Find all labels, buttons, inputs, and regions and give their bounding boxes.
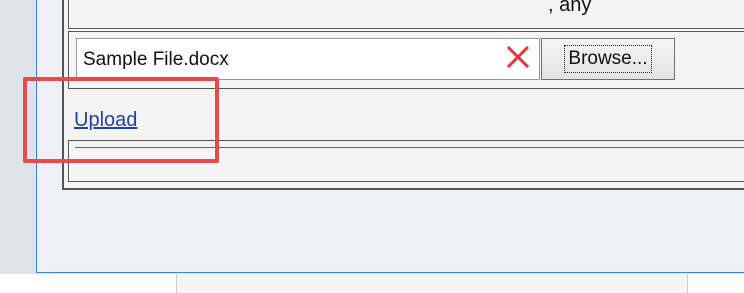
browse-button[interactable]: Browse... — [541, 38, 675, 80]
bottom-strip-panel — [176, 274, 688, 293]
browse-button-label: Browse... — [564, 45, 652, 73]
close-icon[interactable] — [505, 44, 531, 70]
file-name-input[interactable] — [81, 45, 495, 75]
lower-section — [68, 140, 744, 182]
upload-top-section — [68, 0, 744, 29]
partial-header-text: , any — [548, 0, 592, 16]
bottom-strip — [0, 274, 744, 293]
divider — [75, 147, 744, 148]
upload-link[interactable]: Upload — [74, 109, 137, 132]
file-name-field[interactable] — [76, 38, 540, 80]
